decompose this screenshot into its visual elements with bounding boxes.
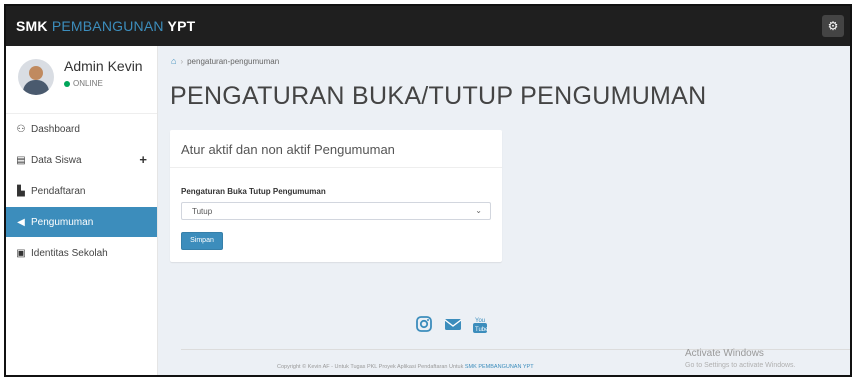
breadcrumb-separator: ›: [180, 56, 184, 66]
sidebar: Admin Kevin ONLINE ⚇ Dashboard ▤ Data Si…: [6, 46, 158, 375]
brand-logo[interactable]: SMK PEMBANGUNAN YPT: [16, 18, 195, 34]
copyright: Copyright © Kevin AF - Untuk Tugas PKL P…: [277, 364, 534, 370]
copyright-link[interactable]: SMK PEMBANGUNAN YPT: [465, 364, 534, 370]
sidebar-item-label: Identitas Sekolah: [31, 247, 108, 259]
database-icon: ▤: [16, 154, 26, 166]
breadcrumb-current: pengaturan-pengumuman: [187, 56, 280, 66]
svg-text:Tube: Tube: [475, 327, 488, 333]
file-icon: ▙: [17, 185, 25, 197]
user-name: Admin Kevin: [64, 58, 143, 74]
top-navbar: SMK PEMBANGUNAN YPT ⚙: [6, 6, 850, 46]
chevron-down-icon: ⌄: [475, 206, 482, 215]
brand-suffix: YPT: [167, 18, 196, 34]
dashboard-icon: ⚇: [16, 123, 26, 135]
field-label: Pengaturan Buka Tutup Pengumuman: [181, 187, 326, 196]
page-title: PENGATURAN BUKA/TUTUP PENGUMUMAN: [170, 82, 707, 110]
copyright-text: Copyright © Kevin AF - Untuk Tugas PKL P…: [277, 364, 464, 370]
sidebar-item-identitas-sekolah[interactable]: ▣ Identitas Sekolah: [6, 238, 157, 268]
online-dot-icon: [64, 80, 70, 87]
mail-icon[interactable]: [444, 316, 462, 332]
sidebar-item-pengumuman[interactable]: ◀ Pengumuman: [6, 207, 157, 237]
brand-prefix: SMK: [16, 18, 48, 34]
social-links: You Tube: [416, 316, 489, 333]
settings-button[interactable]: ⚙: [822, 15, 844, 37]
settings-box: Atur aktif dan non aktif Pengumuman Peng…: [170, 130, 502, 262]
activate-windows-watermark: Activate Windows Go to Settings to activ…: [685, 348, 796, 369]
watermark-subtitle: Go to Settings to activate Windows.: [685, 362, 796, 369]
plus-icon[interactable]: +: [139, 152, 147, 167]
bullhorn-icon: ◀: [17, 216, 25, 228]
sidebar-item-label: Pengumuman: [31, 216, 94, 228]
watermark-title: Activate Windows: [685, 348, 764, 359]
status-text: ONLINE: [73, 79, 103, 88]
home-icon[interactable]: ⌂: [171, 56, 176, 66]
app-window: SMK PEMBANGUNAN YPT ⚙ Admin Kevin ONLINE…: [4, 4, 852, 377]
avatar: [18, 59, 54, 95]
id-card-icon: ▣: [16, 247, 26, 259]
brand-accent: PEMBANGUNAN: [51, 18, 164, 34]
box-title: Atur aktif dan non aktif Pengumuman: [170, 130, 502, 168]
sidebar-item-data-siswa[interactable]: ▤ Data Siswa +: [6, 145, 157, 175]
select-value: Tutup: [192, 207, 213, 216]
user-panel: Admin Kevin ONLINE: [6, 46, 157, 114]
sidebar-item-label: Dashboard: [31, 123, 80, 135]
user-status: ONLINE: [64, 79, 103, 88]
save-button[interactable]: Simpan: [181, 232, 223, 250]
youtube-icon[interactable]: You Tube: [472, 316, 489, 333]
instagram-icon[interactable]: [416, 316, 432, 332]
sidebar-item-label: Data Siswa: [31, 154, 82, 166]
gear-icon: ⚙: [827, 19, 839, 33]
status-select[interactable]: Tutup ⌄: [181, 202, 491, 220]
sidebar-menu: ⚇ Dashboard ▤ Data Siswa + ▙ Pendaftaran…: [6, 114, 157, 268]
breadcrumb: ⌂ › pengaturan-pengumuman: [171, 56, 279, 66]
sidebar-item-pendaftaran[interactable]: ▙ Pendaftaran: [6, 176, 157, 206]
main-content: ⌂ › pengaturan-pengumuman PENGATURAN BUK…: [159, 46, 850, 375]
sidebar-item-dashboard[interactable]: ⚇ Dashboard: [6, 114, 157, 144]
sidebar-item-label: Pendaftaran: [31, 185, 86, 197]
